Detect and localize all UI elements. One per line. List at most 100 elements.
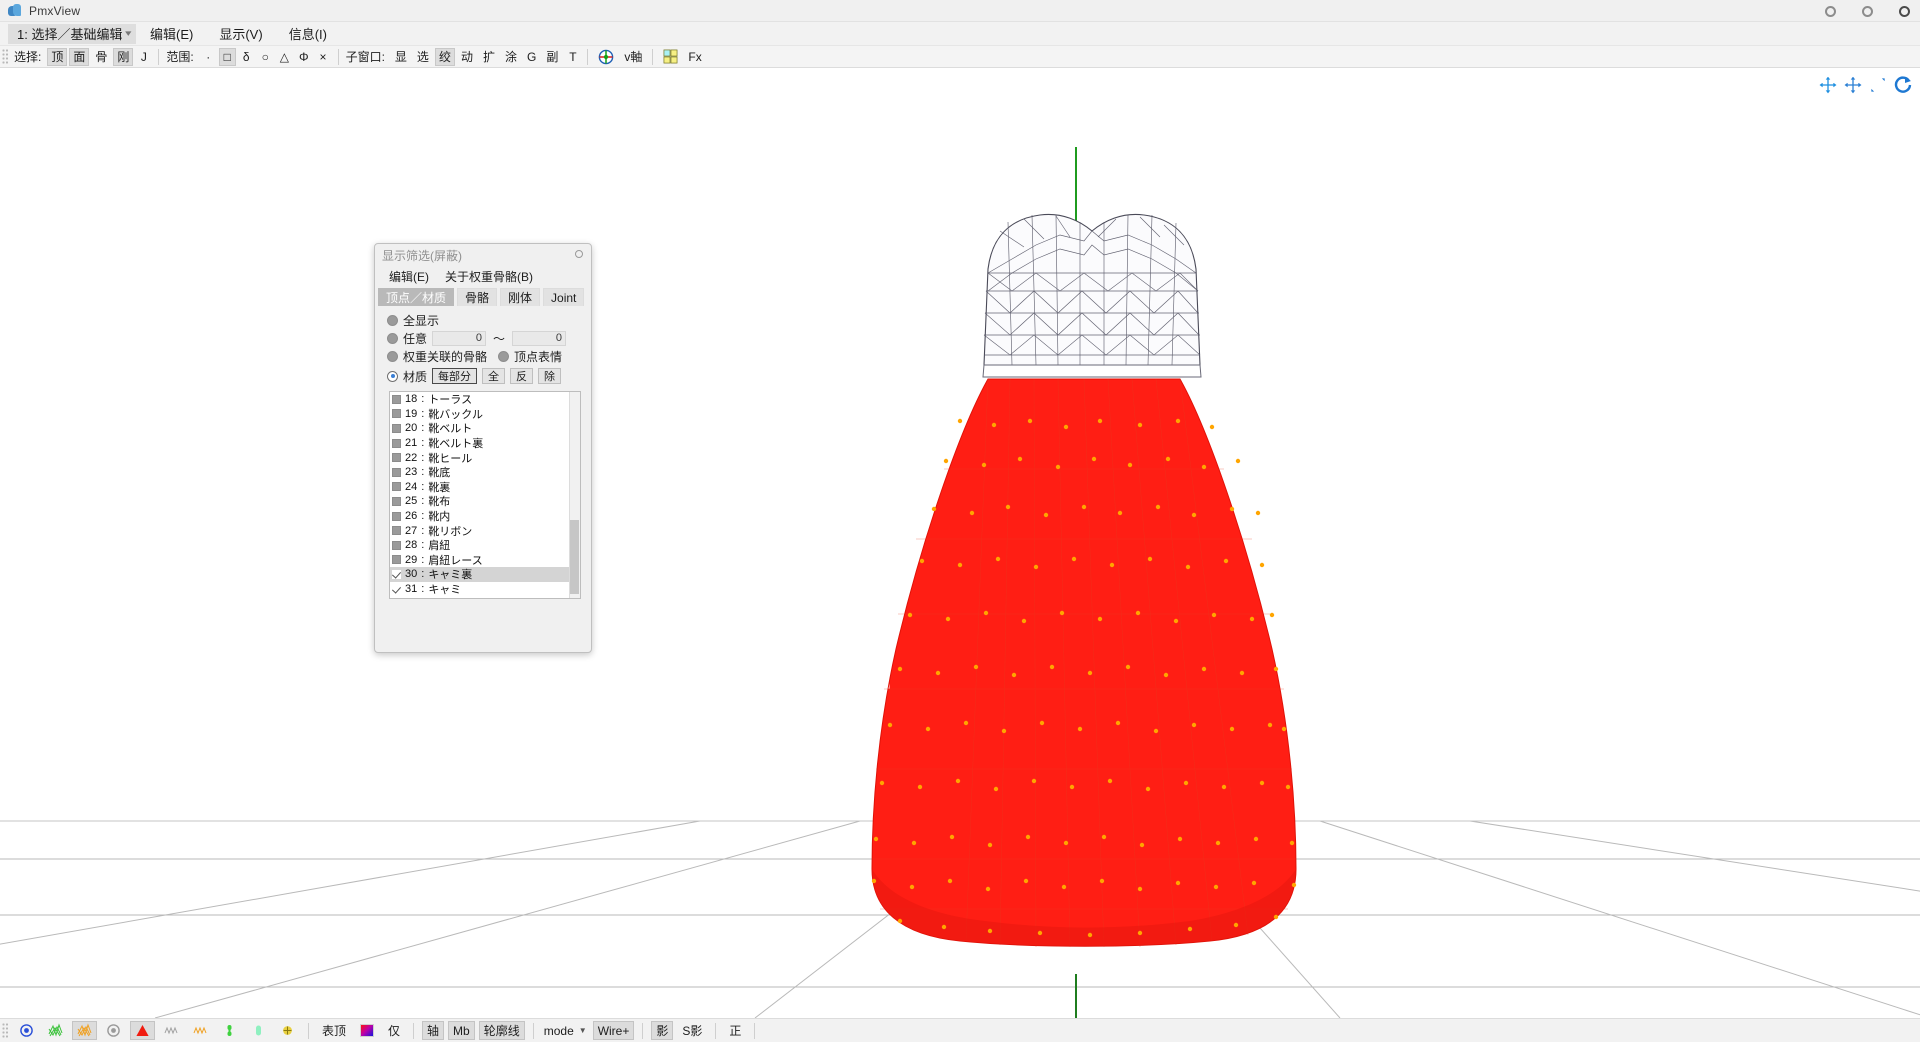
material-checkbox[interactable] [392,453,401,463]
range-triangle-button[interactable]: △ [276,48,293,66]
mode-combo[interactable]: mode ▼ [540,1021,591,1040]
subwindow-g-button[interactable]: G [523,48,540,66]
subwindow-select-button[interactable]: 选 [413,48,433,66]
scrollbar-thumb[interactable] [570,520,579,594]
option-row-material[interactable]: 材质 每部分 全 反 除 [375,365,591,387]
option-row-arbitrary[interactable]: 任意 0 ～ 0 [375,329,591,347]
list-item[interactable]: 18: トーラス [390,392,580,407]
dot-circle-icon[interactable] [14,1021,39,1040]
material-checkbox[interactable] [392,569,401,579]
material-invert-button[interactable]: 反 [510,368,534,384]
display-filter-dialog[interactable]: 显示筛选(屏蔽) 编辑(E) 关于权重骨骼(B) 顶点／材质 骨骼 刚体 Joi… [374,243,592,653]
radio-weight-related-bones[interactable] [387,350,398,362]
green-capsule-icon[interactable] [246,1021,271,1040]
list-item[interactable]: 29: 肩紐レース [390,553,580,568]
translate-gizmo-icon[interactable] [1842,74,1864,96]
axis-button[interactable]: 轴 [422,1021,445,1040]
color-gradient-icon[interactable] [355,1021,379,1040]
menu-edit[interactable]: 编辑(E) [138,22,205,45]
list-item[interactable]: 22: 靴ヒール [390,450,580,465]
menu-info[interactable]: 信息(I) [277,22,339,45]
range-to-input[interactable]: 0 [512,330,567,346]
range-clear-button[interactable]: × [315,48,332,66]
option-row-show-all[interactable]: 全显示 [375,311,591,329]
material-checkbox[interactable] [392,467,401,477]
dot-circle-gray-icon[interactable] [101,1021,126,1040]
vertex-display-button[interactable]: 表顶 [317,1021,351,1040]
list-item[interactable]: 31: キャミ [390,582,580,597]
material-checkbox[interactable] [392,409,401,419]
material-checkbox[interactable] [392,526,401,536]
filter-dialog-close-icon[interactable] [575,250,583,258]
material-list-scrollbar[interactable] [569,392,580,598]
subwindow-copy-button[interactable]: 副 [542,48,562,66]
red-triangle-icon[interactable] [130,1021,155,1040]
shadow-button[interactable]: 影 [651,1021,674,1040]
radio-material[interactable] [387,370,398,382]
option-row-weight-bones[interactable]: 权重关联的骨骼 顶点表情 [375,347,591,365]
toolbar-grip[interactable] [2,48,9,65]
contour-line-button[interactable]: 轮廓线 [478,1021,525,1040]
filter-menu-weight-bones[interactable]: 关于权重骨骼(B) [445,268,533,285]
green-scribble-icon[interactable] [43,1021,68,1040]
select-face-button[interactable]: 面 [69,47,90,66]
subwindow-move-button[interactable]: 动 [457,48,477,66]
mb-button[interactable]: Mb [448,1021,475,1040]
subwindow-show-button[interactable]: 显 [391,48,411,66]
material-checkbox[interactable] [392,394,401,404]
radio-vertex-morph[interactable] [498,350,510,362]
tab-joint[interactable]: Joint [543,288,585,306]
range-from-input[interactable]: 0 [432,330,487,346]
only-button[interactable]: 仅 [383,1021,405,1040]
3d-viewport[interactable] [0,69,1920,1018]
list-item[interactable]: 23: 靴底 [390,465,580,480]
subwindow-transform-button[interactable]: T [564,48,581,66]
filter-dialog-titlebar[interactable]: 显示筛选(屏蔽) [375,244,591,266]
list-item[interactable]: 26: 靴内 [390,509,580,524]
material-checkbox[interactable] [392,482,401,492]
range-phi-button[interactable]: Φ [295,48,313,66]
filter-menu-edit[interactable]: 编辑(E) [389,268,429,285]
list-item[interactable]: 28: 肩紐 [390,538,580,553]
list-item[interactable]: 32: cheek [390,596,580,599]
close-button[interactable] [1899,5,1910,17]
wire-plus-button[interactable]: Wire+ [592,1021,635,1040]
green-bone-icon[interactable] [217,1021,242,1040]
statusbar-grip[interactable] [2,1022,9,1039]
material-checkbox[interactable] [392,555,401,565]
list-item[interactable]: 19: 靴バックル [390,407,580,422]
menu-display[interactable]: 显示(V) [207,22,274,45]
material-checkbox[interactable] [392,496,401,506]
material-checkbox[interactable] [392,423,401,433]
tab-rigidbody[interactable]: 刚体 [500,288,541,306]
rotate-gizmo-icon[interactable] [1892,74,1914,96]
radio-arbitrary[interactable] [387,332,398,344]
list-item[interactable]: 24: 靴裏 [390,480,580,495]
minimize-button[interactable] [1825,5,1836,17]
select-rigidbody-button[interactable]: 刚 [113,47,134,66]
axis-sphere-icon[interactable] [594,48,618,66]
material-clear-button[interactable]: 除 [538,368,562,384]
material-each-part-button[interactable]: 每部分 [432,368,478,384]
tab-bone[interactable]: 骨骼 [457,288,498,306]
select-joint-button[interactable]: J [135,48,152,66]
orthographic-button[interactable]: 正 [724,1021,746,1040]
gray-zigzag-icon[interactable] [159,1021,184,1040]
material-list[interactable]: 18: トーラス 19: 靴バックル 20: 靴ベルト 21: 靴ベルト裏 22… [389,391,581,599]
list-item[interactable]: 21: 靴ベルト裏 [390,436,580,451]
material-checkbox[interactable] [392,584,401,594]
material-all-button[interactable]: 全 [482,368,506,384]
select-vertex-button[interactable]: 顶 [47,47,68,66]
list-item[interactable]: 20: 靴ベルト [390,421,580,436]
yellow-joint-icon[interactable] [275,1021,300,1040]
uv-grid-icon[interactable] [659,48,682,66]
range-circle-button[interactable]: ○ [257,48,274,66]
material-checkbox[interactable] [392,511,401,521]
scale-gizmo-icon[interactable] [1867,74,1889,96]
move-gizmo-icon[interactable] [1817,74,1839,96]
range-point-button[interactable]: · [200,48,217,66]
maximize-button[interactable] [1862,5,1873,17]
axis-label[interactable]: v軸 [620,48,646,66]
material-checkbox[interactable] [392,438,401,448]
self-shadow-button[interactable]: S影 [677,1021,707,1040]
